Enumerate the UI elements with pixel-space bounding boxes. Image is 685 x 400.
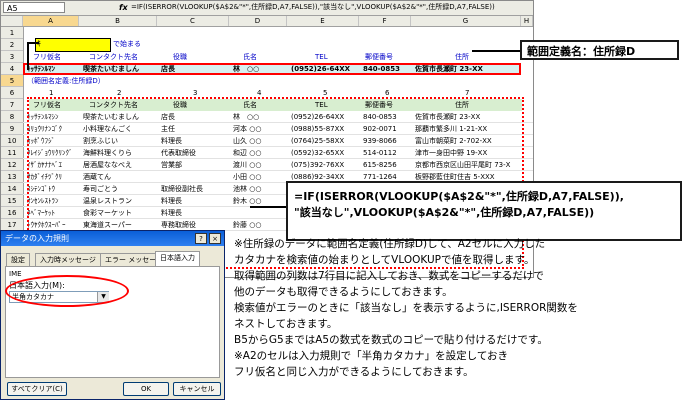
row-header[interactable]: 2: [1, 39, 23, 51]
explanation-text: ※住所録のデータに範囲名定義(住所録D)して、A2セルに入力した カタカナを検索…: [234, 236, 682, 380]
row5-highlight: [23, 63, 521, 75]
data-validation-dialog: データの入力規則 ? × 設定 入力時メッセージ エラー メッセージ 日本語入力…: [0, 230, 225, 400]
col-header-e[interactable]: E: [287, 16, 359, 26]
col-header-c[interactable]: C: [157, 16, 229, 26]
row4-header[interactable]: フリ仮名: [31, 51, 79, 63]
explanation-line: ※住所録のデータに範囲名定義(住所録D)して、A2セルに入力した: [234, 238, 546, 250]
row4-header[interactable]: コンタクト先名: [87, 51, 157, 63]
formula-callout: =IF(ISERROR(VLOOKUP($A$2&"*",住所録D,A7,FAL…: [286, 181, 682, 241]
clear-all-button[interactable]: すべてクリア(C): [7, 382, 67, 396]
select-all-corner[interactable]: [1, 16, 23, 26]
col-header-d[interactable]: D: [229, 16, 287, 26]
help-button[interactable]: ?: [195, 233, 207, 244]
name-box[interactable]: A5: [3, 2, 65, 13]
a2-value: ｷ: [37, 39, 41, 48]
column-headers: A B C D E F G H: [1, 16, 533, 27]
explanation-line: ネストしておきます。: [234, 318, 338, 330]
row-header[interactable]: 10: [1, 135, 23, 147]
col-header-f[interactable]: F: [359, 16, 411, 26]
row-header[interactable]: 1: [1, 27, 23, 39]
a2-note: で始まる: [113, 40, 141, 48]
row4-header[interactable]: 郵便番号: [363, 51, 411, 63]
a2-input-cell[interactable]: [35, 38, 111, 52]
row-header[interactable]: 8: [1, 111, 23, 123]
formula-line: "該当なし",VLOOKUP($A$2&"*",住所録D,A7,FALSE)): [294, 206, 595, 219]
arrow-line: [27, 42, 29, 70]
formula-bar: A5 fx =IF(ISERROR(VLOOKUP($A$2&"*",住所録D,…: [1, 1, 533, 16]
row-header[interactable]: 11: [1, 147, 23, 159]
row4-header[interactable]: 住所: [453, 51, 513, 63]
row-header[interactable]: 14: [1, 183, 23, 195]
row-header[interactable]: 12: [1, 159, 23, 171]
dialog-title: データの入力規則: [1, 231, 224, 246]
ime-section-label: IME: [9, 270, 22, 278]
explanation-line: 他のデータも取得できるようにしておきます。: [234, 286, 453, 298]
cancel-button[interactable]: キャンセル: [173, 382, 221, 396]
row4-header[interactable]: 役職: [171, 51, 229, 63]
col-header-a[interactable]: A: [23, 16, 79, 26]
range-name-callout: 範囲定義名：住所録D: [520, 40, 679, 60]
callout-connector: [250, 206, 286, 208]
explanation-line: 取得範囲の列数は7行目に記入しておき、数式をコピーするだけで: [234, 270, 544, 282]
row-header[interactable]: 9: [1, 123, 23, 135]
explanation-line: ※A2のセルは入力規則で「半角カタカナ」を設定しておき: [234, 350, 509, 362]
row-header[interactable]: 15: [1, 195, 23, 207]
tab-input-message[interactable]: 入力時メッセージ: [35, 253, 101, 266]
col-header-h[interactable]: H: [521, 16, 533, 26]
explanation-line: フリ仮名と同じ入力ができるようにしておきます。: [234, 366, 474, 378]
ime-highlight: [5, 275, 129, 307]
row-header[interactable]: 5: [1, 75, 23, 87]
range-name-note: （範囲名定義:住所録D）: [27, 77, 105, 85]
tab-settings[interactable]: 設定: [6, 253, 30, 266]
formula-input[interactable]: =IF(ISERROR(VLOOKUP($A$2&"*",住所録D,A7,FAL…: [131, 2, 495, 13]
explanation-line: カタカナを検索値の始まりとしてVLOOKUPで値を取得します。: [234, 254, 535, 266]
formula-line: =IF(ISERROR(VLOOKUP($A$2&"*",住所録D,A7,FAL…: [294, 190, 624, 203]
explanation-line: B5からG5まではA5の数式を数式のコピーで貼り付けるだけです。: [234, 334, 548, 346]
fx-icon[interactable]: fx: [119, 2, 128, 13]
explanation-line: 検索値がエラーのときに「該当なし」を表示するように,ISERROR関数を: [234, 302, 578, 314]
row4-header[interactable]: TEL: [313, 51, 359, 63]
row-header[interactable]: 7: [1, 99, 23, 111]
col-header-b[interactable]: B: [79, 16, 157, 26]
col-header-g[interactable]: G: [411, 16, 521, 26]
tab-ime[interactable]: 日本語入力: [155, 251, 200, 266]
row-header[interactable]: 3: [1, 51, 23, 63]
close-button[interactable]: ×: [209, 233, 221, 244]
row4-header[interactable]: 氏名: [241, 51, 287, 63]
ok-button[interactable]: OK: [123, 382, 169, 396]
callout-connector: [472, 50, 520, 52]
row-header[interactable]: 4: [1, 63, 23, 75]
row-header[interactable]: 16: [1, 207, 23, 219]
row-header[interactable]: 13: [1, 171, 23, 183]
row-header[interactable]: 6: [1, 87, 23, 99]
